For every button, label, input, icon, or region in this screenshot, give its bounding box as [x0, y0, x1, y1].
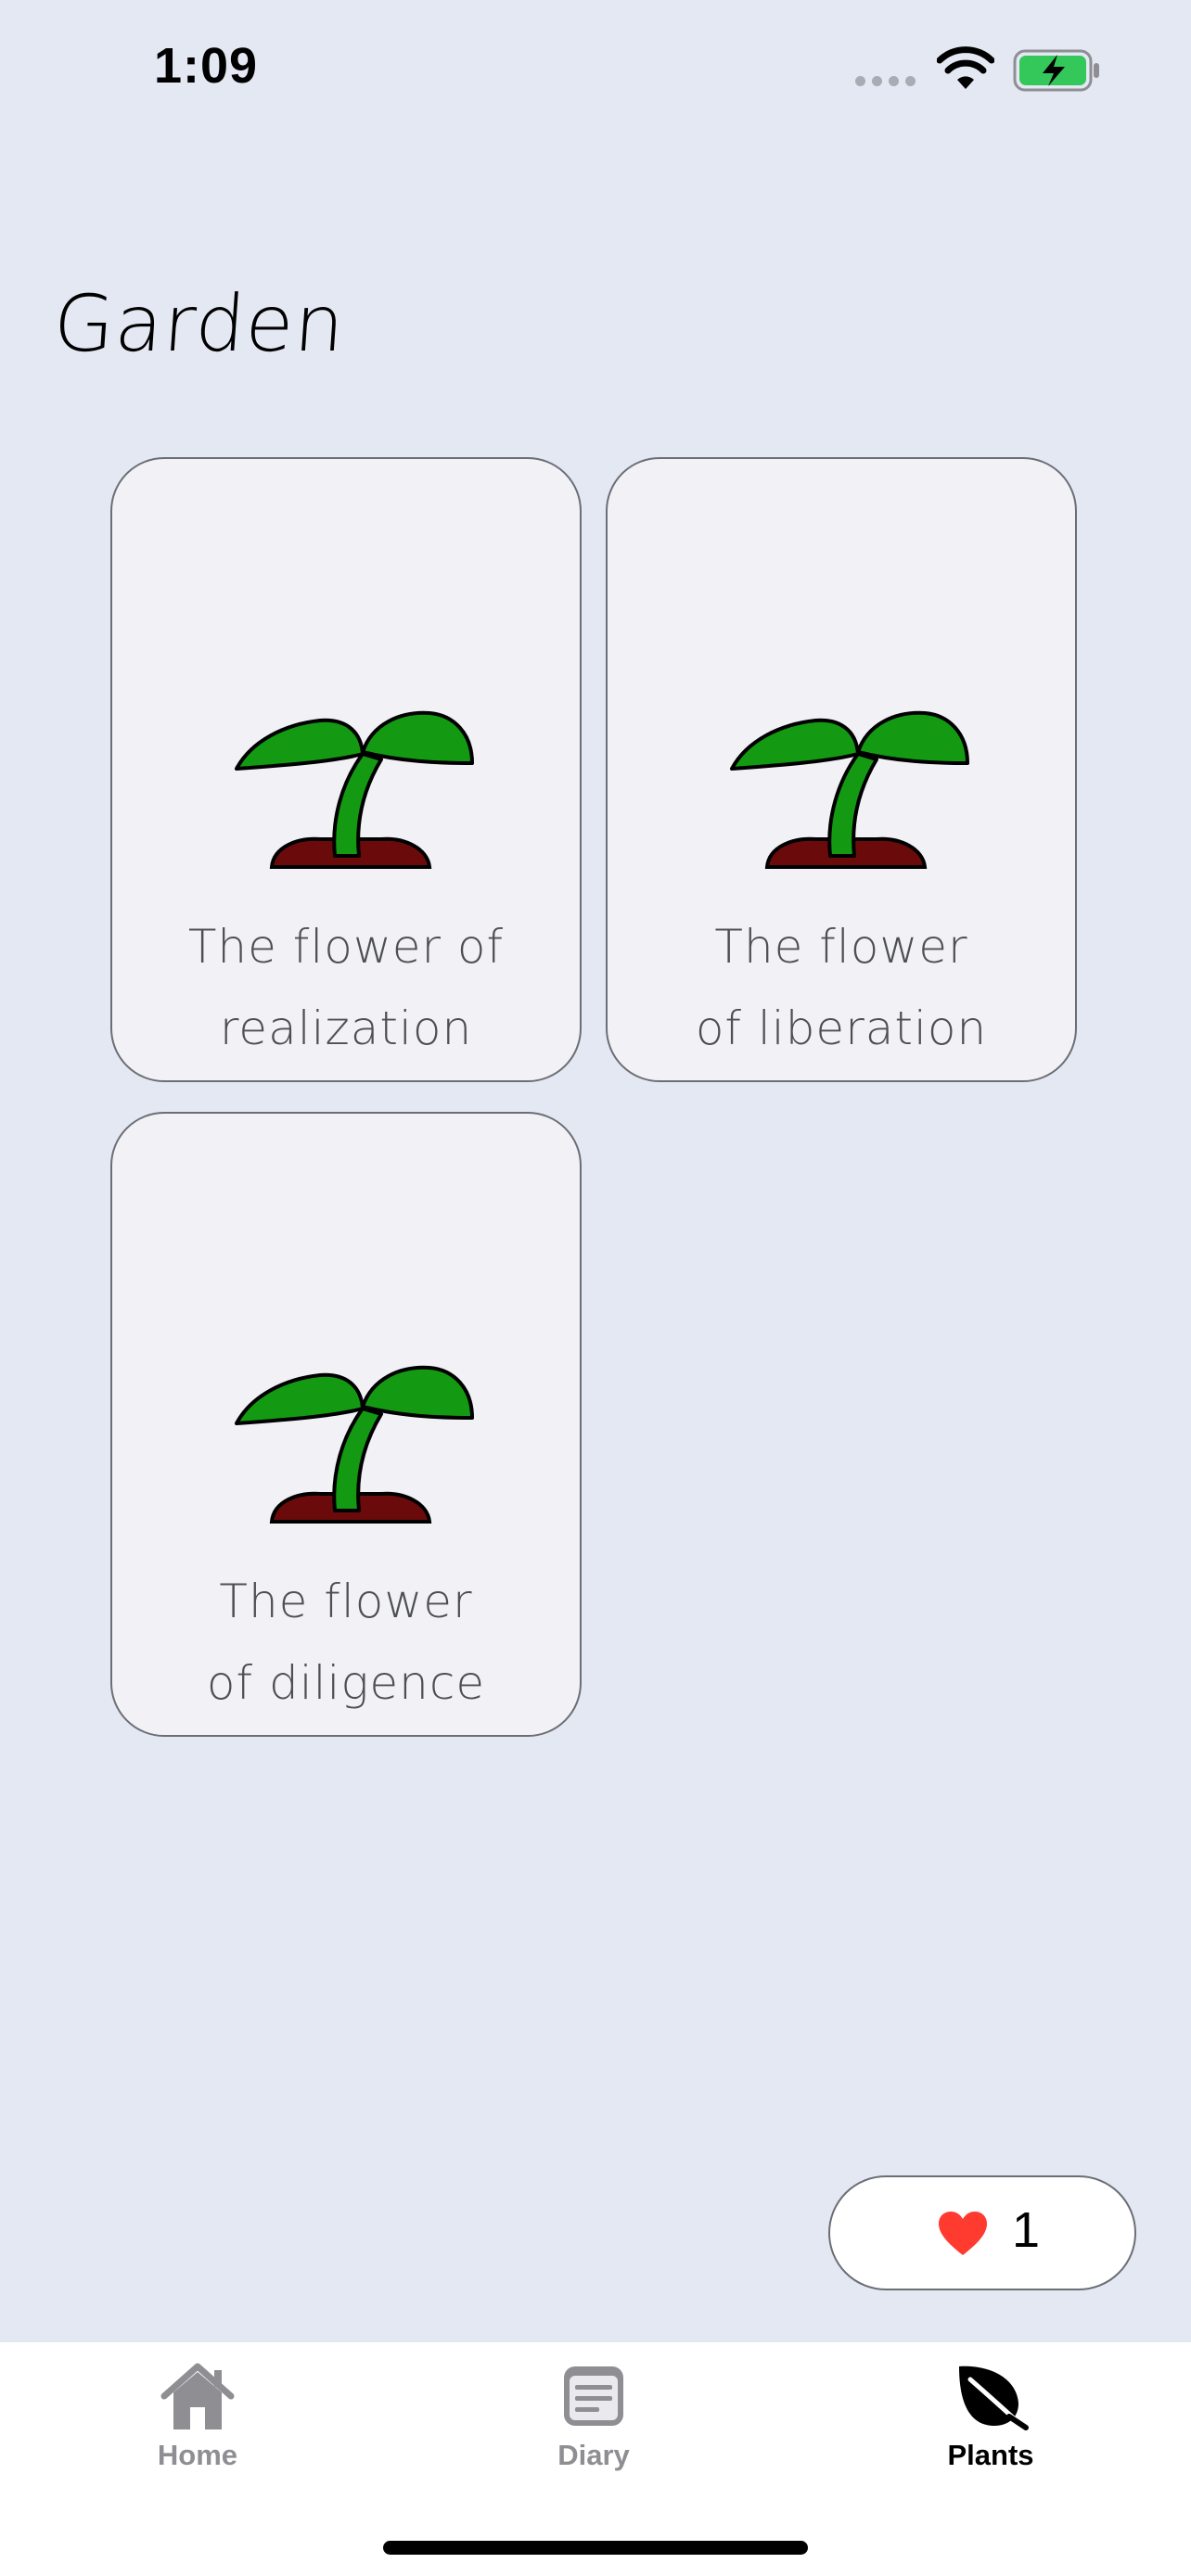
leaf-icon	[959, 2366, 1029, 2430]
plant-name: The flower of liberation	[608, 906, 1075, 1069]
tab-label: Plants	[947, 2439, 1034, 2471]
heart-icon	[939, 2212, 987, 2255]
status-bar: 1:09	[0, 0, 1191, 139]
tab-diary[interactable]: Diary	[482, 2361, 705, 2500]
note-icon	[564, 2366, 623, 2426]
plant-card-liberation[interactable]: The flower of liberation	[606, 457, 1077, 1082]
status-time: 1:09	[154, 38, 259, 94]
plant-name: The flower of diligence	[112, 1561, 580, 1724]
sprout-icon	[235, 1365, 474, 1524]
tab-label: Diary	[557, 2439, 630, 2471]
like-counter-button[interactable]: 1	[828, 2175, 1136, 2290]
tab-home[interactable]: Home	[86, 2361, 309, 2500]
plant-name: The flower of realization	[112, 906, 580, 1069]
plant-name-line: realization	[219, 1001, 473, 1055]
page-title: Garden	[50, 278, 349, 369]
like-count: 1	[1012, 2202, 1041, 2258]
plant-name-line: The flower	[219, 1575, 473, 1628]
sprout-icon	[235, 710, 474, 869]
plant-name-line: The flower of	[187, 920, 505, 974]
plant-card-diligence[interactable]: The flower of diligence	[110, 1112, 582, 1737]
home-indicator	[383, 2541, 808, 2555]
plant-name-line: of liberation	[695, 1001, 988, 1055]
battery-charging-icon	[1013, 49, 1099, 92]
plant-card-realization[interactable]: The flower of realization	[110, 457, 582, 1082]
tab-plants[interactable]: Plants	[879, 2361, 1102, 2500]
wifi-icon	[937, 46, 994, 89]
plant-name-line: of diligence	[206, 1656, 486, 1710]
house-icon	[160, 2363, 235, 2429]
tab-label: Home	[157, 2439, 238, 2471]
cellular-signal-icon	[855, 76, 916, 86]
sprout-icon	[730, 710, 969, 869]
plant-name-line: The flower	[714, 920, 968, 974]
